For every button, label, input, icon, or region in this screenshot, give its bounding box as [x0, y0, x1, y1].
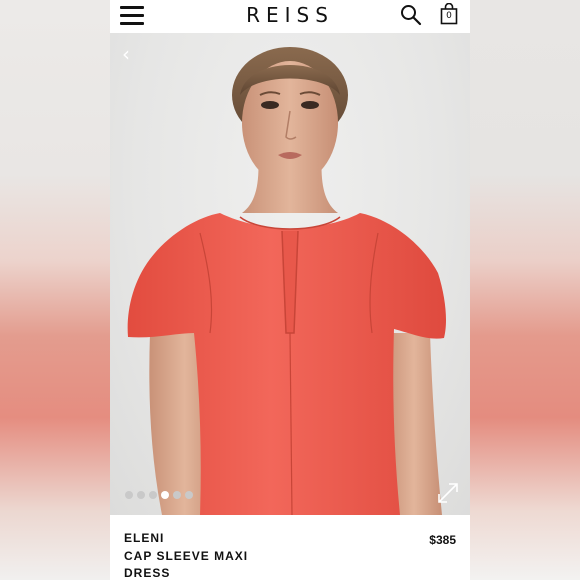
product-image-gallery[interactable]: ‹ — [110, 33, 470, 515]
gallery-dot[interactable] — [125, 491, 133, 499]
cart-count-badge: 0 — [446, 11, 452, 21]
shopping-bag-icon[interactable]: 0 — [440, 3, 458, 25]
blurred-backdrop-left — [0, 0, 110, 580]
gallery-pagination-dots — [125, 491, 193, 501]
gallery-dot[interactable] — [185, 491, 193, 499]
product-name: CAP SLEEVE MAXI DRESS — [124, 549, 249, 580]
product-price: $385 — [429, 533, 456, 547]
site-header: REISS 0 — [110, 0, 470, 33]
expand-arrows-icon[interactable] — [436, 481, 460, 505]
phone-screen: REISS 0 ‹ ELENI CAP SLEEVE MAXI DRESS $3… — [110, 0, 470, 580]
gallery-dot[interactable] — [149, 491, 157, 499]
gallery-dot[interactable] — [137, 491, 145, 499]
chevron-left-icon[interactable]: ‹ — [122, 43, 138, 65]
product-photo — [127, 47, 446, 515]
product-info: ELENI CAP SLEEVE MAXI DRESS $385 — [110, 515, 470, 580]
product-brand: ELENI — [124, 531, 165, 545]
gallery-dot-active[interactable] — [161, 491, 169, 499]
search-icon[interactable] — [400, 4, 422, 26]
gallery-dot[interactable] — [173, 491, 181, 499]
blurred-backdrop-right — [470, 0, 580, 580]
